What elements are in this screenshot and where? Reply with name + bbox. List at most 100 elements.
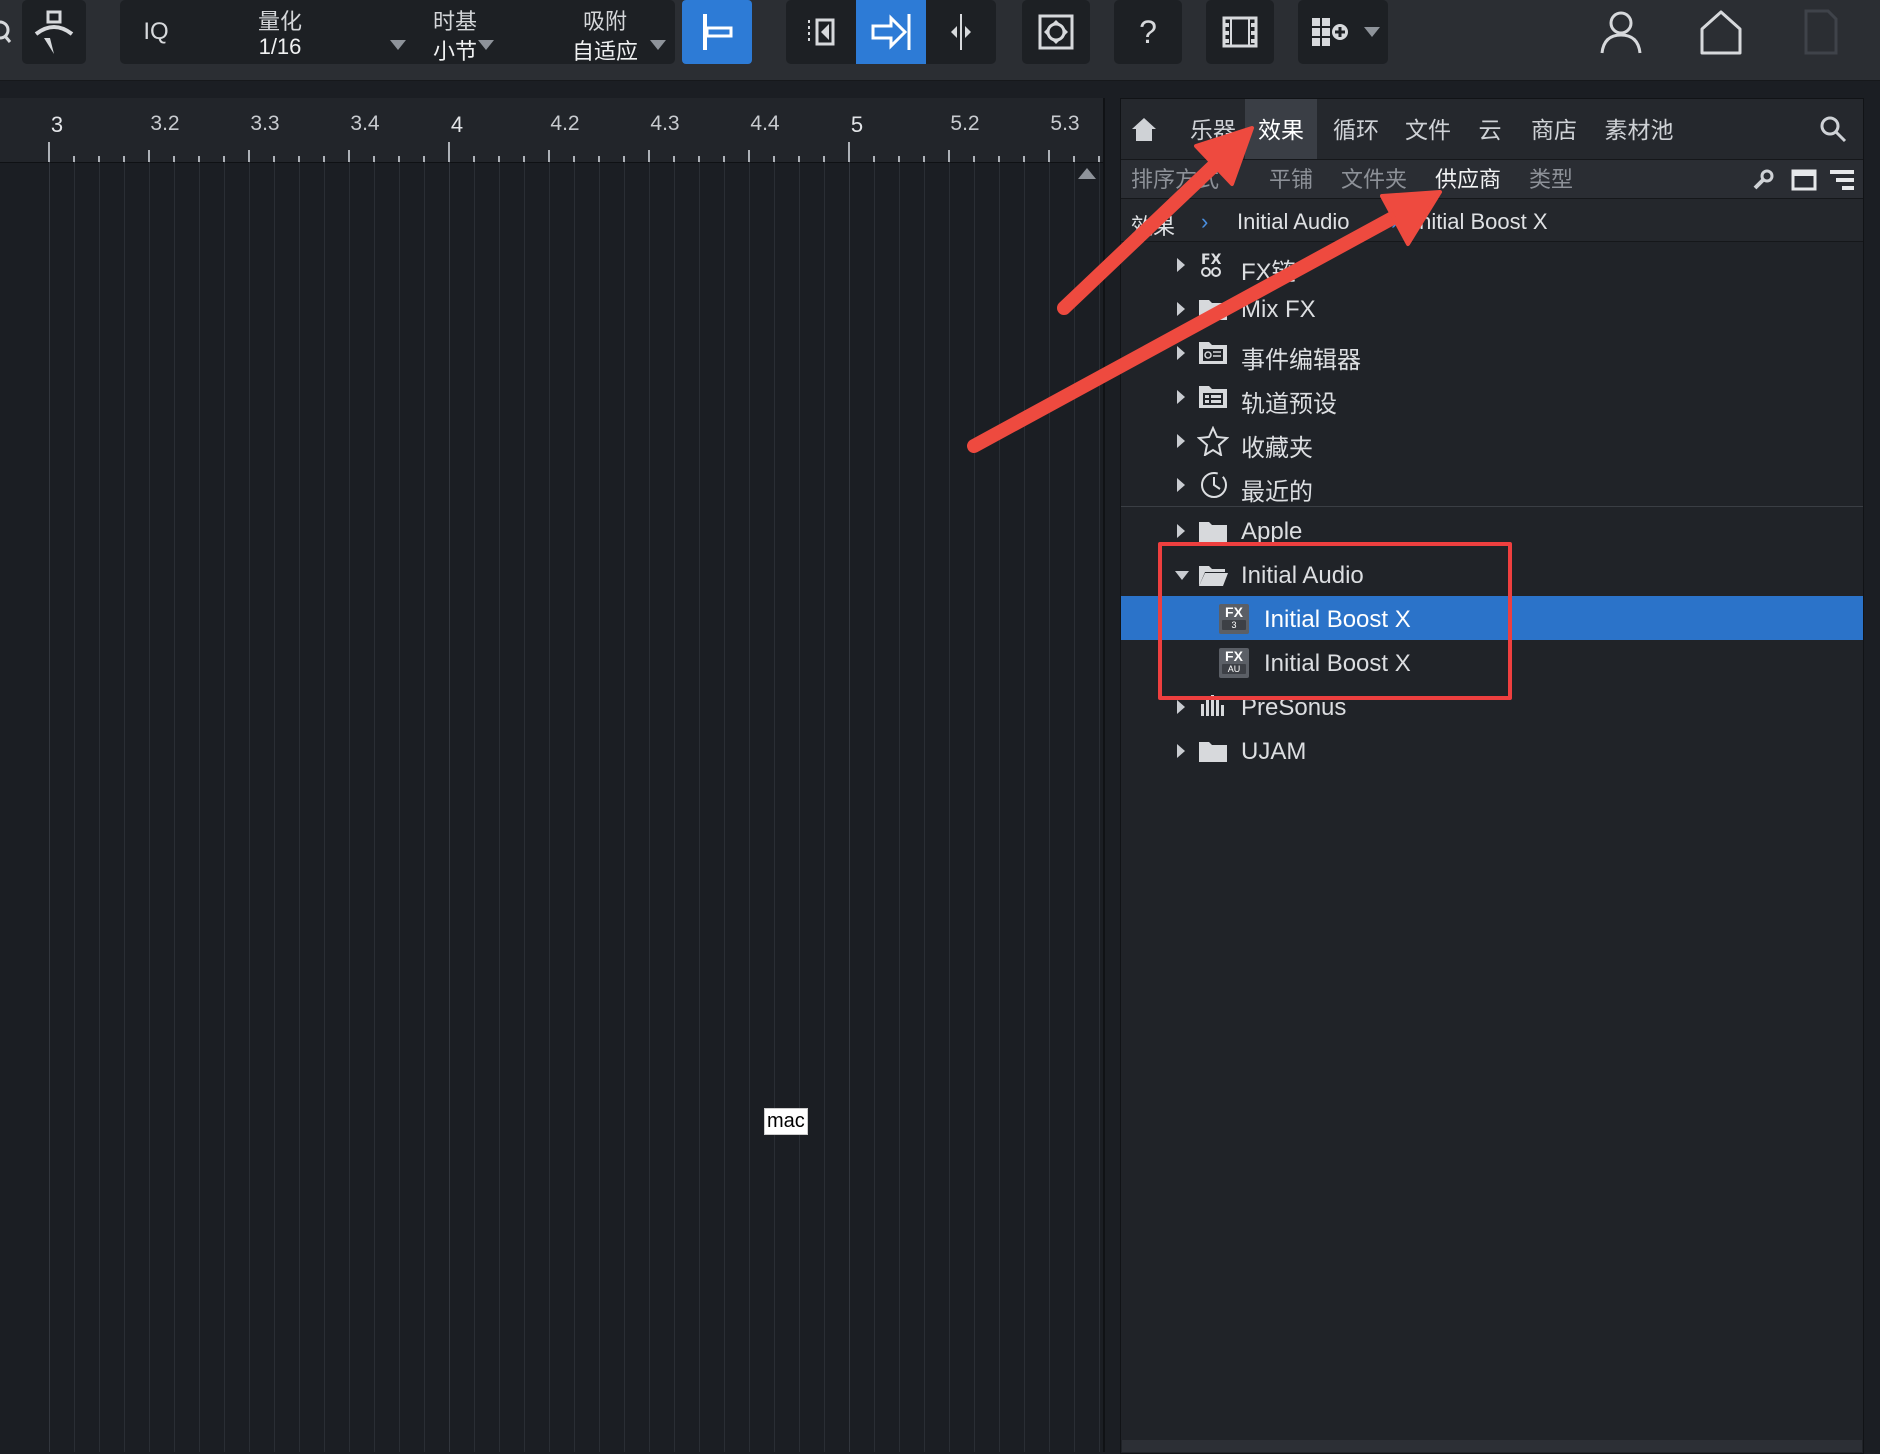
tree-item-mix-fx[interactable]: Mix FX — [1121, 286, 1863, 330]
expand-arrow-icon[interactable] — [1177, 302, 1185, 316]
expand-arrow-icon[interactable] — [1177, 434, 1185, 448]
grid-line — [799, 162, 800, 1452]
tab-files[interactable]: 文件 — [1395, 99, 1461, 159]
user-icon[interactable] — [1592, 0, 1650, 64]
tab-store[interactable]: 商店 — [1519, 99, 1589, 159]
help-group: ? — [1114, 0, 1182, 64]
chevron-right-icon: › — [1201, 209, 1209, 234]
home-icon[interactable] — [1692, 0, 1750, 64]
grid-line — [1099, 162, 1100, 1452]
metronome-frame-icon[interactable] — [1022, 0, 1090, 64]
wrench-icon[interactable] — [1751, 168, 1775, 192]
quantize-group: IQ 量化 1/16 时基 小节 吸附 自适应 — [120, 0, 675, 64]
expand-arrow-icon[interactable] — [1177, 744, 1185, 758]
iq-button[interactable]: IQ — [130, 0, 182, 64]
tree-item-fx-chains[interactable]: FX FX链 — [1121, 242, 1863, 286]
tab-loops[interactable]: 循环 — [1323, 99, 1389, 159]
grid-line — [74, 162, 75, 1452]
film-icon[interactable] — [1206, 0, 1274, 64]
expand-arrow-icon[interactable] — [1177, 346, 1185, 360]
timeline-ruler[interactable]: 3 3.2 3.3 3.4 4 4.2 4.3 4.4 5 5.2 5.3 — [0, 98, 1103, 163]
tree-item-label: 收藏夹 — [1241, 435, 1313, 462]
tree-item-label: 事件编辑器 — [1241, 347, 1361, 374]
chevron-down-icon[interactable] — [650, 40, 666, 50]
chevron-down-icon[interactable] — [478, 40, 494, 50]
timebase-select[interactable]: 时基 小节 — [370, 0, 540, 64]
sort-flat[interactable]: 平铺 — [1269, 160, 1313, 198]
list-view-icon[interactable] — [1829, 168, 1855, 192]
sort-folder[interactable]: 文件夹 — [1341, 160, 1407, 198]
timebase-label: 时基 — [432, 9, 477, 34]
home-icon[interactable] — [1121, 99, 1167, 159]
tree-item-label: UJAM — [1241, 738, 1307, 765]
breadcrumb-plugin[interactable]: Initial Boost X — [1413, 209, 1548, 235]
document-icon[interactable] — [1792, 0, 1848, 64]
autoscroll-icon[interactable] — [22, 0, 86, 64]
grid-line — [124, 162, 125, 1452]
breadcrumb-vendor[interactable]: Initial Audio — [1237, 209, 1350, 235]
tab-cloud[interactable]: 云 — [1467, 99, 1513, 159]
grid-line — [924, 162, 925, 1452]
tab-effects[interactable]: 效果 — [1245, 99, 1317, 159]
ruler-label: 4.3 — [650, 112, 680, 135]
quantize-value: 1/16 — [258, 34, 302, 59]
tree-item-label: 轨道预设 — [1241, 391, 1337, 418]
split-cursor-icon[interactable] — [926, 0, 996, 64]
tree-item-label: Mix FX — [1241, 296, 1316, 323]
arrange-view[interactable]: 3 3.2 3.3 3.4 4 4.2 4.3 4.4 5 5.2 5.3 ma… — [0, 98, 1105, 1452]
breadcrumb-root[interactable]: 效果 — [1131, 209, 1175, 241]
help-button[interactable]: ? — [1114, 0, 1182, 64]
grid-line — [374, 162, 375, 1452]
scroll-up-icon[interactable] — [1078, 168, 1096, 179]
tab-pool[interactable]: 素材池 — [1591, 99, 1687, 159]
browser-scrollbar[interactable] — [1122, 1440, 1862, 1452]
browser-tabs: 乐器 效果 循环 文件 云 商店 素材池 — [1121, 99, 1863, 160]
expand-arrow-icon[interactable] — [1177, 524, 1185, 538]
tree-item-recent[interactable]: 最近的 — [1121, 462, 1863, 506]
grid-line — [499, 162, 500, 1452]
grid-line — [324, 162, 325, 1452]
grid-line — [599, 162, 600, 1452]
grid-line — [549, 162, 550, 1452]
grid-line — [349, 162, 350, 1452]
snap-to-grid-button[interactable] — [682, 0, 752, 64]
event-editor-icon — [1197, 338, 1229, 366]
split-left-icon[interactable] — [786, 0, 856, 64]
sort-vendor[interactable]: 供应商 — [1435, 160, 1501, 198]
grid-line — [1024, 162, 1025, 1452]
ruler-label: 5 — [850, 112, 864, 137]
zoom-icon[interactable] — [0, 0, 14, 64]
quantize-select[interactable]: 量化 1/16 — [200, 0, 406, 64]
chevron-down-icon[interactable] — [1364, 27, 1380, 37]
snap-select[interactable]: 吸附 自适应 — [530, 0, 680, 64]
chevron-right-icon: › — [1391, 209, 1399, 234]
grid-line — [149, 162, 150, 1452]
expand-arrow-icon[interactable] — [1177, 700, 1185, 714]
expand-arrow-icon[interactable] — [1177, 390, 1185, 404]
edit-mode-group — [786, 0, 996, 64]
tree-item-favorites[interactable]: 收藏夹 — [1121, 418, 1863, 462]
grid-line — [824, 162, 825, 1452]
tab-instruments[interactable]: 乐器 — [1179, 99, 1247, 159]
grid-line — [574, 162, 575, 1452]
tree-item-event-editor[interactable]: 事件编辑器 — [1121, 330, 1863, 374]
ruler-label: 3.2 — [150, 112, 180, 135]
grid-line — [299, 162, 300, 1452]
sort-type[interactable]: 类型 — [1529, 160, 1573, 198]
grid-add-icon[interactable] — [1298, 0, 1362, 64]
star-icon — [1197, 426, 1229, 456]
tree-item-ujam[interactable]: UJAM — [1121, 728, 1863, 772]
search-icon[interactable] — [1811, 99, 1855, 159]
tree-item-track-presets[interactable]: 轨道预设 — [1121, 374, 1863, 418]
fx-chain-icon: FX — [1197, 250, 1229, 278]
expand-arrow-icon[interactable] — [1177, 478, 1185, 492]
ruler-label: 3 — [50, 112, 64, 137]
grid-line — [49, 162, 50, 1452]
forward-arrow-icon[interactable] — [856, 0, 926, 64]
grid-line — [449, 162, 450, 1452]
window-icon[interactable] — [1791, 168, 1817, 192]
grid-line — [774, 162, 775, 1452]
folder-icon — [1197, 516, 1229, 544]
grid-line — [949, 162, 950, 1452]
expand-arrow-icon[interactable] — [1177, 258, 1185, 272]
